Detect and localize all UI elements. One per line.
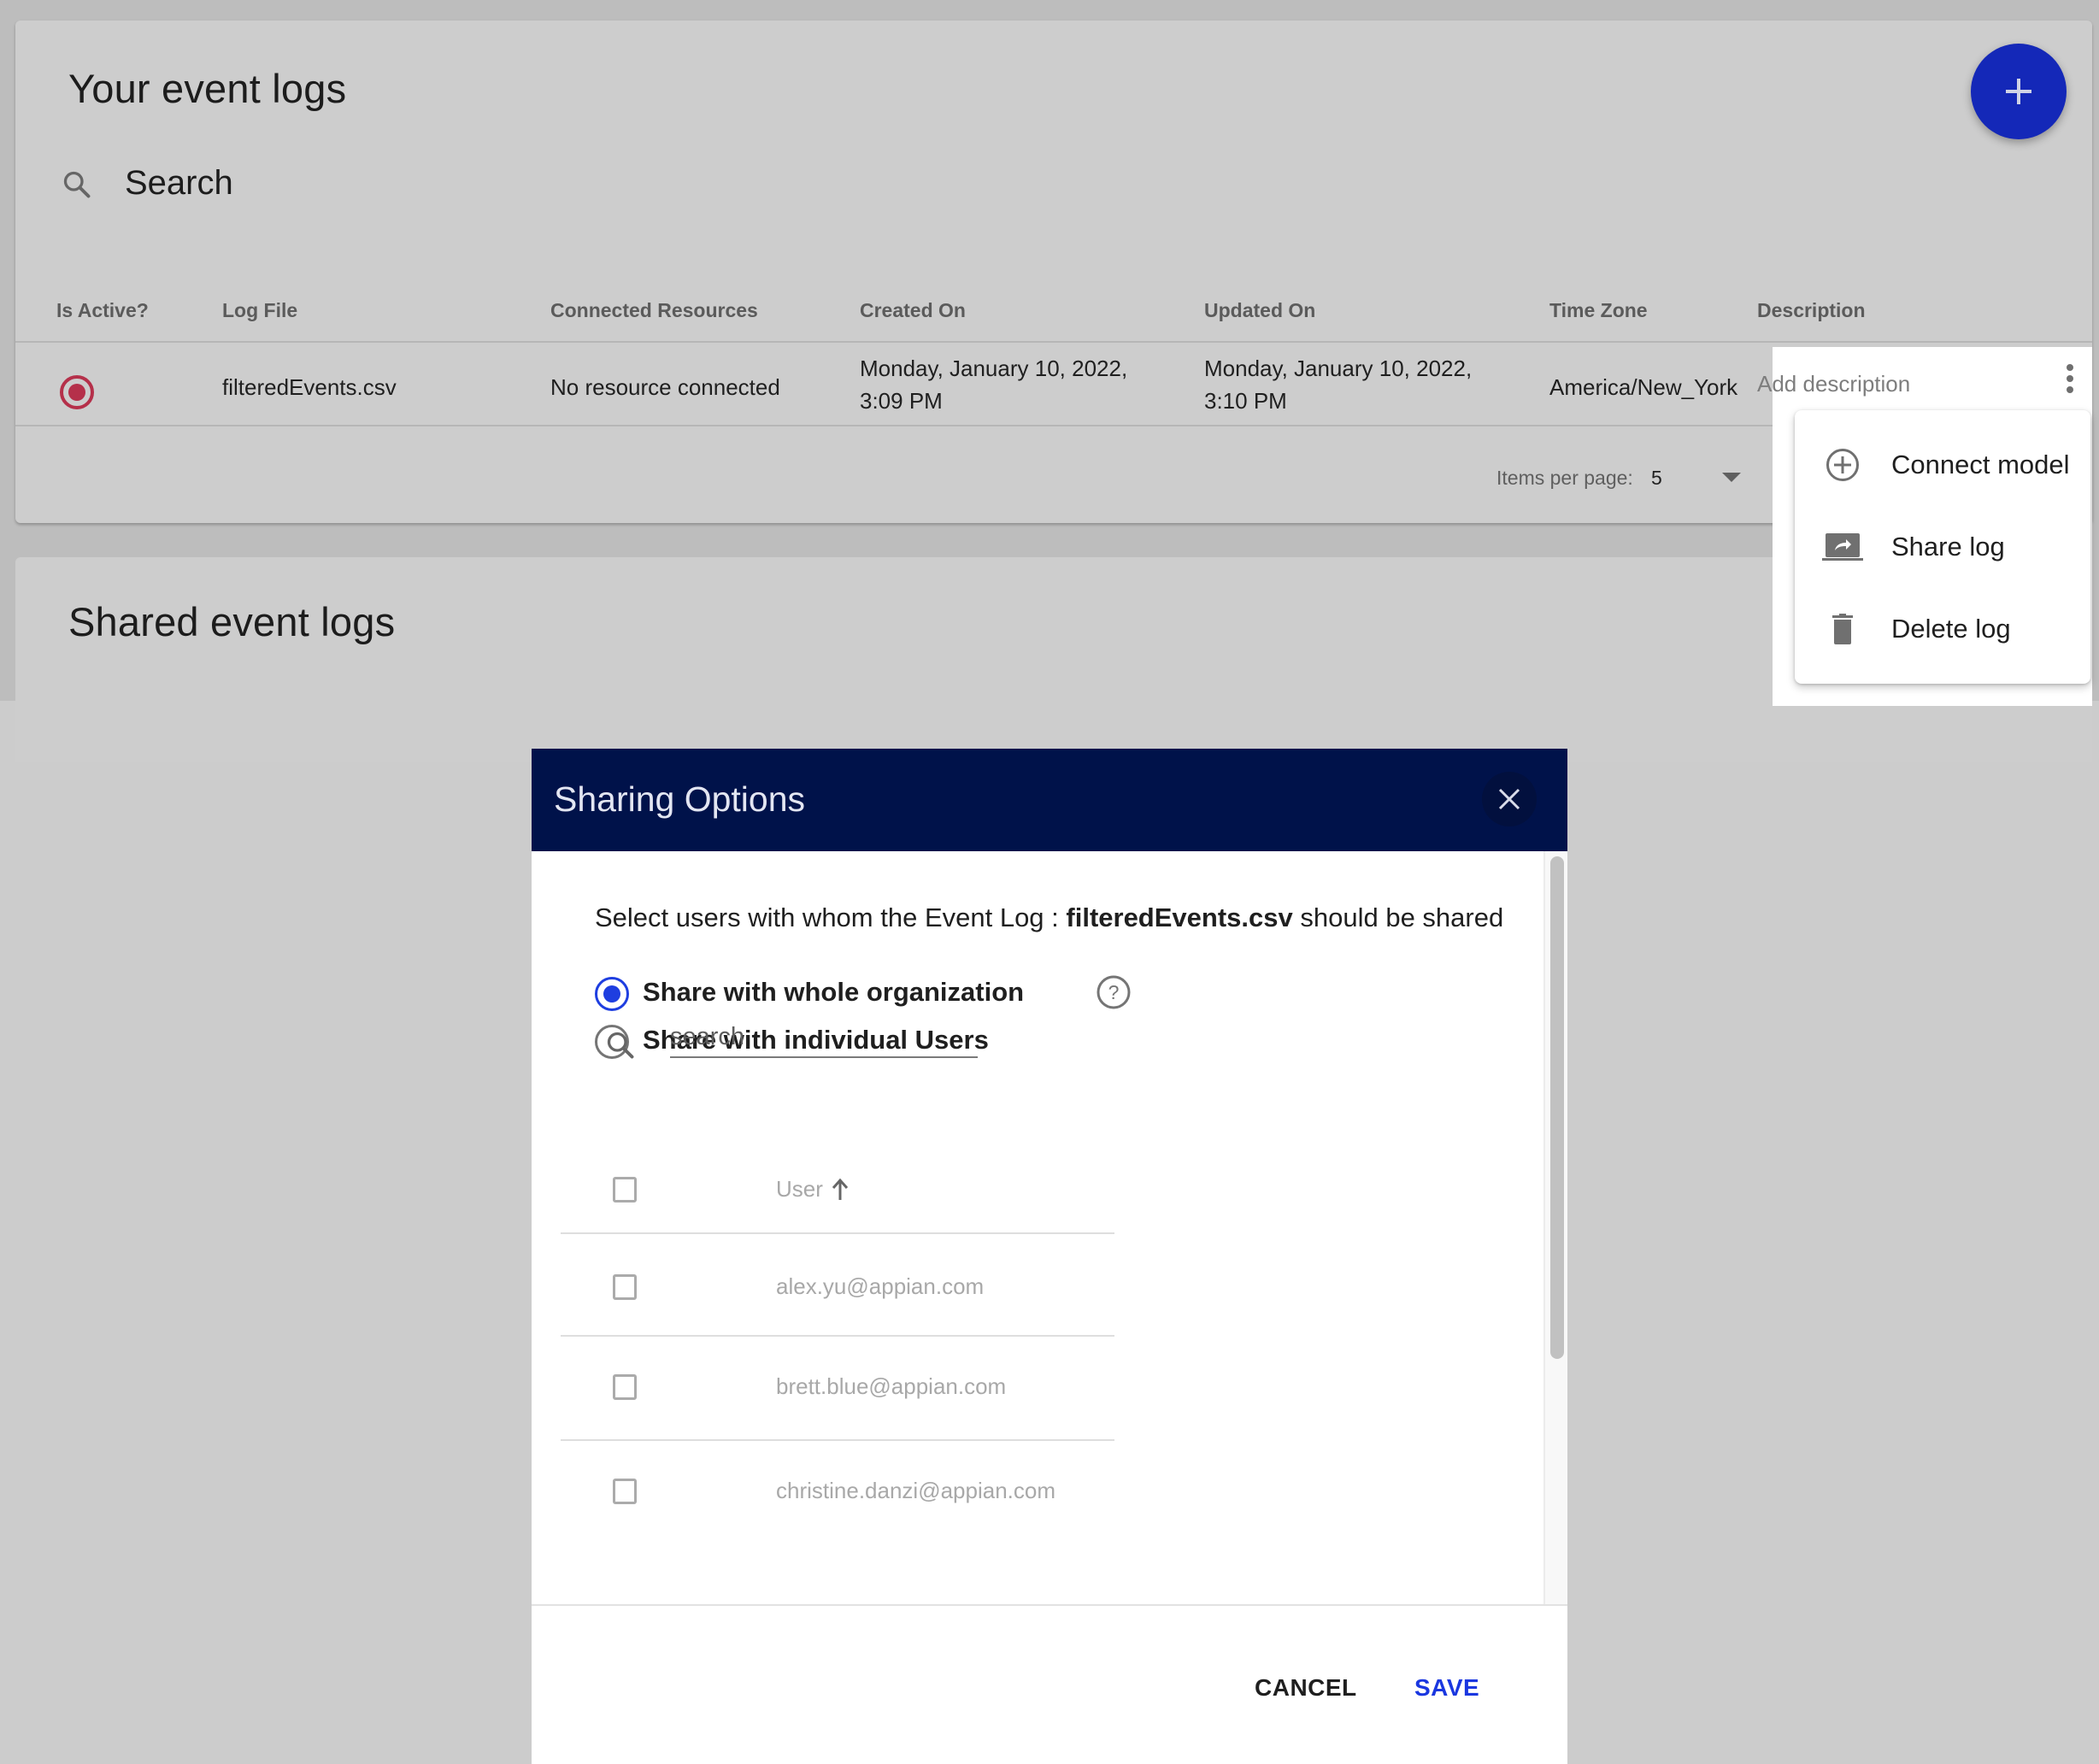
created-on-time: 3:09 PM — [860, 388, 943, 414]
active-indicator-icon[interactable] — [58, 373, 96, 411]
sort-ascending-icon — [832, 1178, 849, 1200]
user-list-divider — [561, 1439, 1114, 1441]
add-event-log-button[interactable] — [1971, 44, 2067, 139]
close-icon — [1498, 788, 1520, 810]
user-checkbox[interactable] — [613, 1479, 637, 1504]
cancel-button[interactable]: CANCEL — [1255, 1674, 1357, 1702]
user-email: brett.blue@appian.com — [776, 1373, 1007, 1399]
items-per-page-value: 5 — [1651, 467, 1662, 489]
radio-share-whole-organization[interactable]: Share with whole organization ? — [595, 975, 1142, 1013]
share-prompt: Select users with whom the Event Log : f… — [595, 903, 1503, 933]
close-dialog-button[interactable] — [1482, 772, 1537, 826]
user-checkbox[interactable] — [613, 1374, 637, 1400]
dropdown-arrow-icon — [1722, 473, 1741, 482]
shared-event-logs-title: Shared event logs — [68, 599, 396, 644]
select-all-checkbox[interactable] — [613, 1177, 637, 1202]
search-icon — [607, 1032, 634, 1059]
items-per-page-select[interactable]: 5 — [1648, 458, 1759, 496]
row-actions-menu: Connect model Share log Delete log — [1795, 410, 2090, 684]
updated-on-date: Monday, January 10, 2022, — [1204, 356, 1473, 381]
your-event-logs-title: Your event logs — [68, 66, 347, 111]
dialog-footer: CANCEL SAVE — [532, 1604, 1567, 1764]
created-on-date: Monday, January 10, 2022, — [860, 356, 1128, 381]
menu-item-share-log[interactable]: Share log — [1795, 506, 2090, 588]
updated-on-time: 3:10 PM — [1204, 388, 1287, 414]
prompt-file-name: filteredEvents.csv — [1066, 903, 1293, 932]
add-circle-icon — [1826, 449, 1859, 481]
column-header-connected-resources[interactable]: Connected Resources — [550, 299, 758, 322]
column-header-created-on[interactable]: Created On — [860, 299, 966, 322]
time-zone-cell: America/New_York — [1549, 374, 1738, 400]
more-vert-icon[interactable] — [2058, 362, 2082, 397]
search-icon[interactable] — [62, 169, 92, 200]
plus-icon — [2006, 79, 2031, 104]
menu-item-delete-log[interactable]: Delete log — [1795, 588, 2090, 670]
dialog-header: Sharing Options — [532, 749, 1567, 851]
prompt-suffix: should be shared — [1292, 903, 1504, 932]
search-field[interactable]: Search — [125, 164, 233, 203]
items-per-page-label: Items per page: — [1496, 467, 1633, 489]
trash-icon — [1832, 614, 1853, 644]
user-column-label: User — [776, 1176, 823, 1202]
add-description-field[interactable]: Add description — [1757, 368, 1910, 400]
radio-button-checked[interactable] — [595, 977, 629, 1011]
dialog-scrollbar-thumb[interactable] — [1550, 856, 1564, 1359]
connected-resources-cell: No resource connected — [550, 374, 780, 400]
user-list-divider — [561, 1335, 1114, 1337]
share-screen-icon — [1822, 533, 1863, 561]
save-button[interactable]: SAVE — [1414, 1674, 1479, 1702]
menu-item-label: Delete log — [1891, 614, 2011, 644]
column-header-log-file[interactable]: Log File — [222, 299, 297, 322]
prompt-prefix: Select users with whom the Event Log : — [595, 903, 1067, 932]
log-file-cell[interactable]: filteredEvents.csv — [222, 371, 397, 403]
column-header-updated-on[interactable]: Updated On — [1204, 299, 1315, 322]
svg-text:?: ? — [1108, 981, 1120, 1003]
dialog-title: Sharing Options — [554, 779, 806, 819]
radio-label: Share with whole organization — [643, 977, 1025, 1007]
user-list-divider — [561, 1232, 1114, 1234]
column-header-time-zone[interactable]: Time Zone — [1549, 299, 1648, 322]
header-divider — [15, 341, 2092, 343]
user-search-input[interactable] — [670, 1017, 978, 1058]
user-checkbox[interactable] — [613, 1274, 637, 1300]
column-header-is-active[interactable]: Is Active? — [56, 299, 149, 322]
column-header-description[interactable]: Description — [1757, 299, 1866, 322]
user-email: christine.danzi@appian.com — [776, 1478, 1056, 1503]
dialog-body: Select users with whom the Event Log : f… — [532, 851, 1567, 1604]
menu-item-label: Share log — [1891, 532, 2005, 562]
user-email: alex.yu@appian.com — [776, 1273, 985, 1299]
help-icon[interactable]: ? — [1096, 974, 1132, 1010]
menu-item-connect-model[interactable]: Connect model — [1795, 424, 2090, 506]
sharing-options-dialog: Sharing Options Select users with whom t… — [532, 749, 1567, 1764]
menu-item-label: Connect model — [1891, 450, 2070, 479]
